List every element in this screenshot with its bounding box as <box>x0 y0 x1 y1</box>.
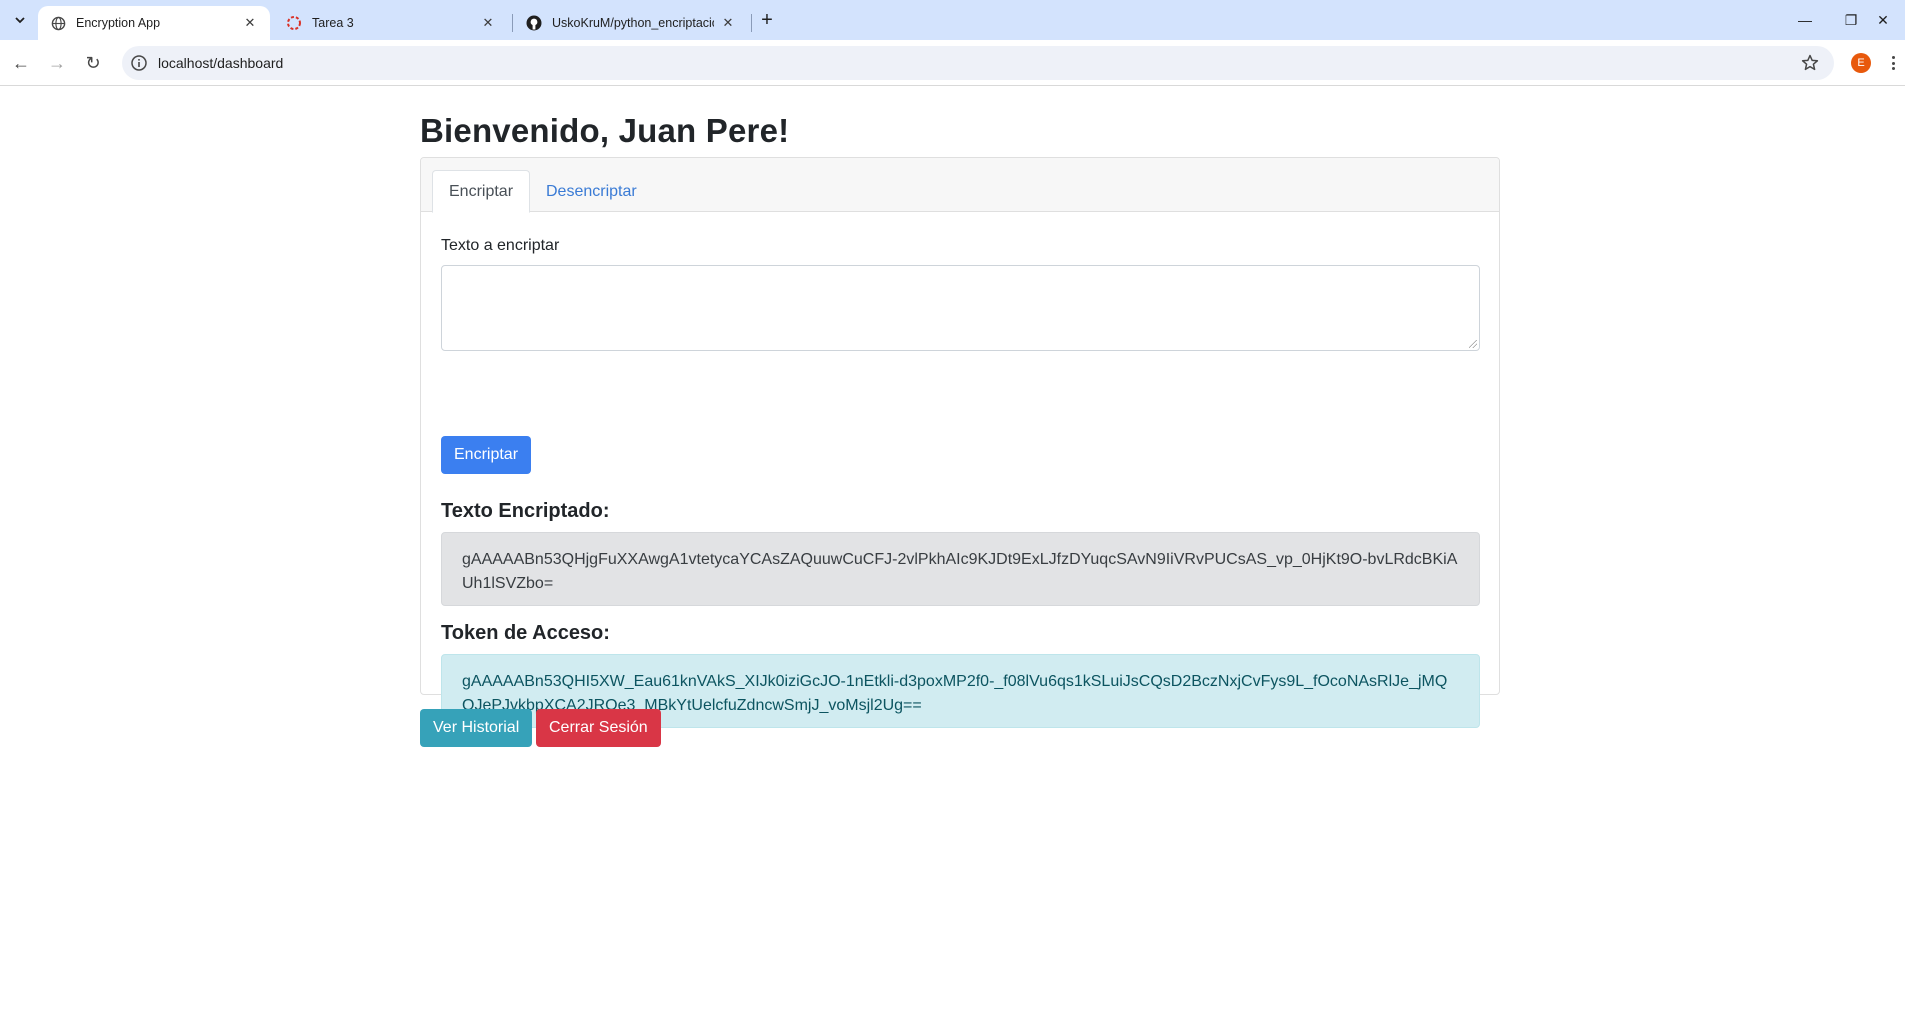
minimize-icon[interactable]: — <box>1782 6 1828 34</box>
forward-icon[interactable]: → <box>42 48 72 78</box>
encrypted-text-heading: Texto Encriptado: <box>441 500 610 522</box>
tab-title: Encryption App <box>76 16 161 30</box>
close-icon[interactable]: ✕ <box>480 15 496 31</box>
chevron-down-icon <box>15 17 25 24</box>
url-text[interactable]: localhost/dashboard <box>158 55 283 71</box>
view-history-button[interactable]: Ver Historial <box>420 709 533 747</box>
reload-icon[interactable]: ↻ <box>78 48 108 78</box>
tab-separator <box>751 14 752 32</box>
resize-handle-icon[interactable] <box>1469 340 1477 348</box>
encrypt-button[interactable]: Encriptar <box>441 436 532 474</box>
back-icon[interactable]: ← <box>6 48 36 78</box>
tab-title: UskoKruM/python_encriptacion <box>552 16 714 30</box>
globe-icon <box>50 15 66 31</box>
github-icon <box>526 15 542 31</box>
tab-search-button[interactable] <box>8 8 32 32</box>
close-icon[interactable]: ✕ <box>242 15 258 31</box>
page-title: Bienvenido, Juan Pere! <box>420 112 790 149</box>
close-window-icon[interactable]: ✕ <box>1860 6 1905 34</box>
more-menu-icon[interactable] <box>1889 52 1897 74</box>
text-to-encrypt-input[interactable] <box>441 265 1480 351</box>
card-header: Encriptar Desencriptar <box>421 158 1499 213</box>
tab-decrypt[interactable]: Desencriptar <box>530 170 653 213</box>
tab-title: Tarea 3 <box>312 16 354 30</box>
address-bar[interactable]: localhost/dashboard <box>122 46 1834 80</box>
encrypted-text-output: gAAAAABn53QHjgFuXXAwgA1vtetycaYCAsZAQuuw… <box>441 532 1480 606</box>
browser-toolbar: ← → ↻ localhost/dashboard E <box>0 40 1905 86</box>
info-icon[interactable] <box>130 54 148 72</box>
tab-encrypt[interactable]: Encriptar <box>432 170 531 213</box>
spinner-icon <box>286 15 302 31</box>
bookmark-star-icon[interactable] <box>1800 53 1820 73</box>
close-icon[interactable]: ✕ <box>720 15 736 31</box>
new-tab-button[interactable]: + <box>756 9 778 31</box>
logout-button[interactable]: Cerrar Sesión <box>536 709 661 747</box>
text-to-encrypt-label: Texto a encriptar <box>441 237 560 254</box>
browser-tabstrip: Encryption App ✕ Tarea 3 ✕ UskoKruM/pyth… <box>0 0 1905 40</box>
browser-tab-encryption-app[interactable]: Encryption App ✕ <box>38 6 270 40</box>
page-content: Bienvenido, Juan Pere! Encriptar Desencr… <box>0 87 1905 1025</box>
crypto-card: Encriptar Desencriptar Texto a encriptar… <box>420 157 1500 728</box>
tab-separator <box>512 14 513 32</box>
browser-tab-tarea-3[interactable]: Tarea 3 ✕ <box>274 6 508 40</box>
access-token-heading: Token de Acceso: <box>441 622 610 644</box>
profile-avatar[interactable]: E <box>1851 53 1871 73</box>
browser-tab-github[interactable]: UskoKruM/python_encriptacion ✕ <box>514 6 748 40</box>
